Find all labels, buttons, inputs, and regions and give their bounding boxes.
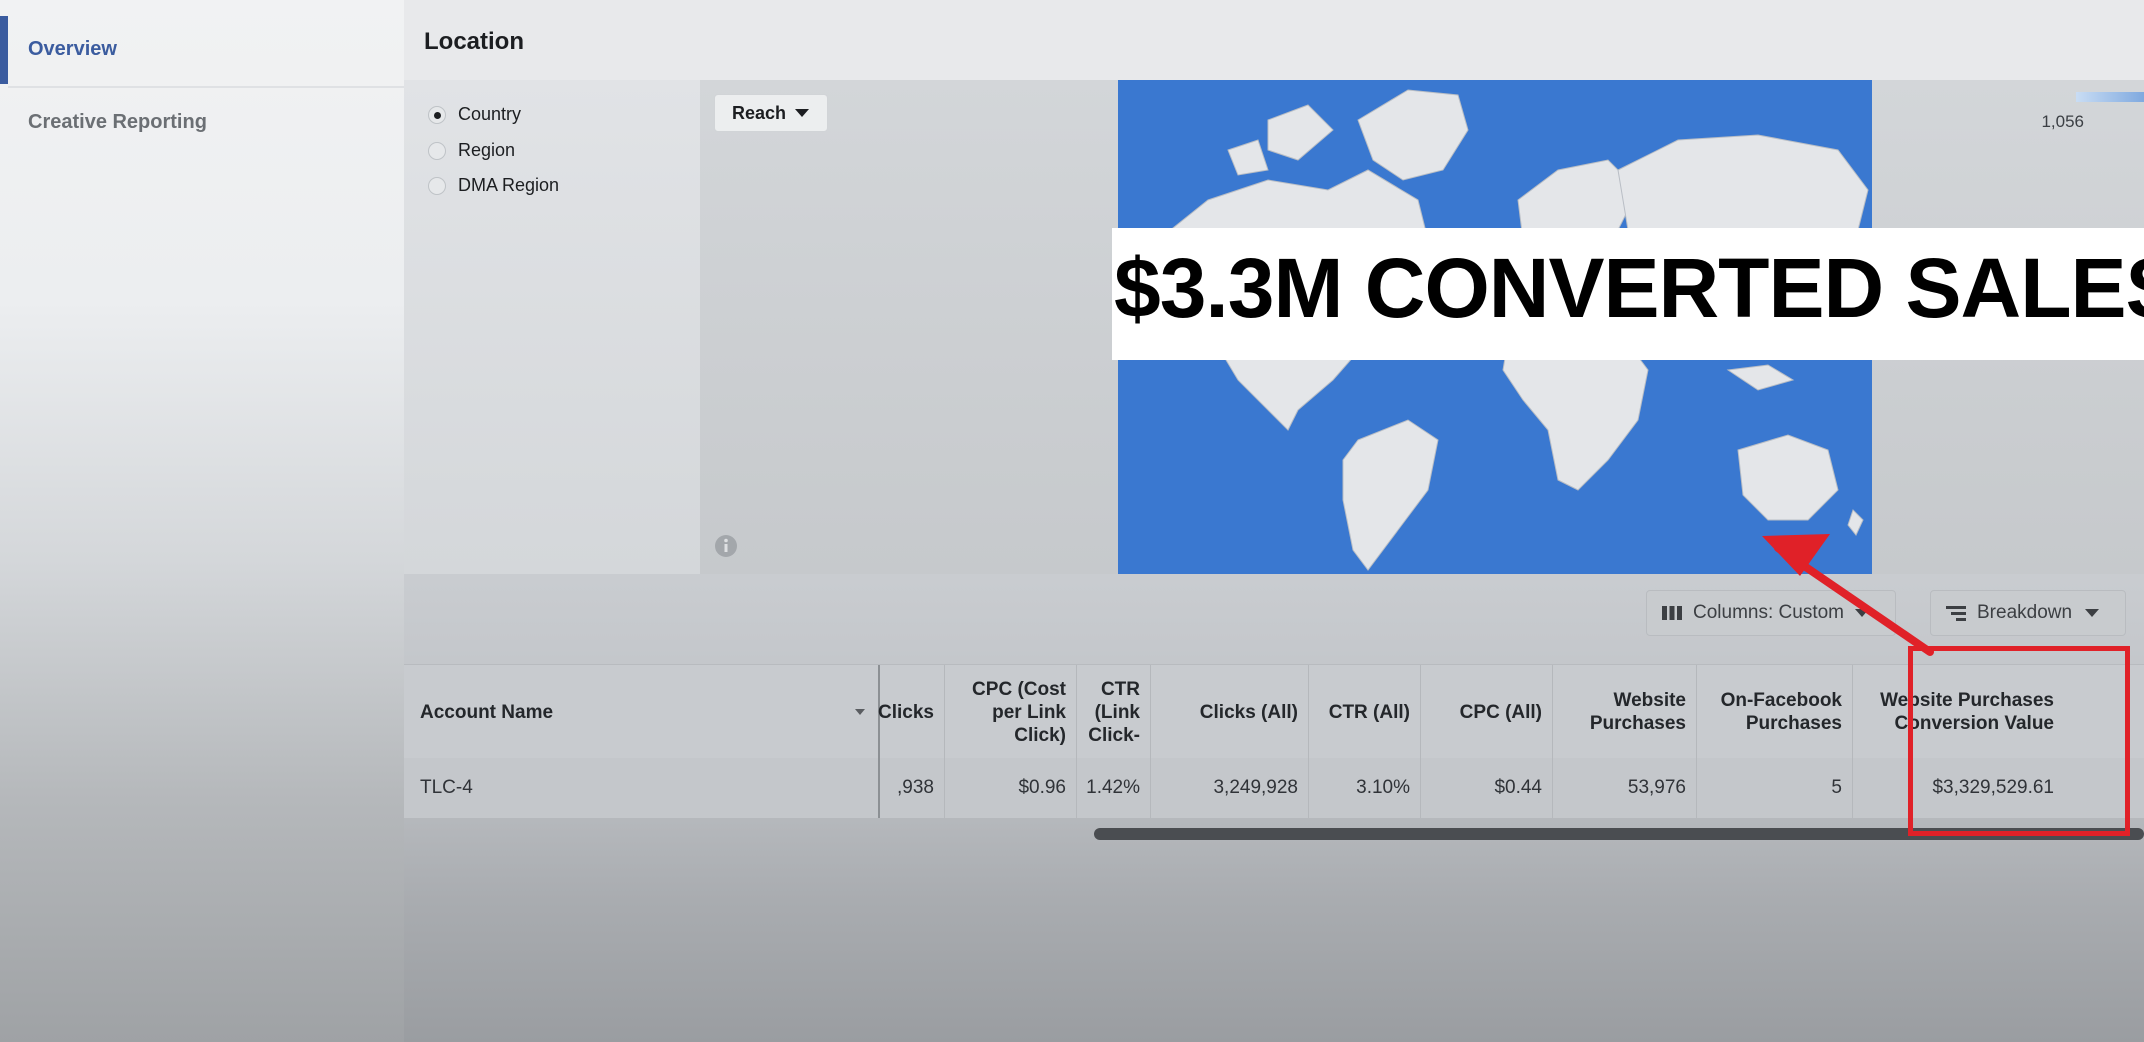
radio-country[interactable]: Country: [428, 104, 521, 125]
sidebar: Overview Creative Reporting: [0, 0, 404, 1042]
cell-ctr-link: 1.42%: [1076, 758, 1150, 818]
column-header-account-name[interactable]: Account Name: [404, 665, 878, 759]
table-header-row: Account Name Clicks CPC (Cost per Link C…: [404, 664, 2144, 760]
sidebar-item-overview[interactable]: Overview: [28, 38, 117, 61]
column-header-link-clicks[interactable]: Clicks: [878, 665, 944, 759]
page-title: Location: [424, 28, 524, 55]
breakdown-label: Breakdown: [1977, 602, 2073, 623]
metric-dropdown-label: Reach: [731, 102, 787, 123]
highlight-box: [1908, 646, 2130, 836]
active-indicator: [0, 16, 8, 84]
column-header-clicks-all[interactable]: Clicks (All): [1150, 665, 1308, 759]
header-label: Account Name: [420, 701, 554, 723]
radio-button-selected[interactable]: [428, 105, 446, 124]
column-header-ctr-all[interactable]: CTR (All): [1308, 665, 1420, 759]
cell-link-clicks: ,938: [878, 758, 944, 818]
radio-button[interactable]: [428, 141, 446, 160]
caret-down-icon: [1855, 609, 1869, 617]
location-type-panel: Country Region DMA Region: [404, 80, 701, 574]
column-header-cpc-all[interactable]: CPC (All): [1420, 665, 1552, 759]
cell-account-name[interactable]: TLC-4: [404, 758, 878, 818]
divider: [8, 86, 404, 88]
radio-region[interactable]: Region: [428, 140, 515, 161]
sort-icon[interactable]: [854, 707, 866, 717]
cell-fb-purchases: 5: [1696, 758, 1852, 818]
metric-dropdown[interactable]: Reach: [714, 94, 828, 132]
cell-cpc-link: $0.96: [944, 758, 1076, 818]
radio-label: DMA Region: [458, 175, 560, 195]
breakdown-icon: [1946, 606, 1966, 621]
columns-icon: [1662, 606, 1682, 620]
columns-label: Columns: Custom: [1693, 602, 1844, 623]
column-header-fb-purchases[interactable]: On-Facebook Purchases: [1696, 665, 1852, 759]
radio-label: Country: [458, 104, 522, 124]
table-row: TLC-4 ,938 $0.96 1.42% 3,249,928 3.10% $…: [404, 758, 2144, 818]
column-header-ctr-link[interactable]: CTR (Link Click-: [1076, 665, 1150, 759]
cell-website-purchases: 53,976: [1552, 758, 1696, 818]
radio-button[interactable]: [428, 176, 446, 195]
caret-down-icon: [795, 109, 810, 117]
caret-down-icon: [2085, 609, 2100, 617]
cell-ctr-all: 3.10%: [1308, 758, 1420, 818]
cell-clicks-all: 3,249,928: [1150, 758, 1308, 818]
location-header: Location: [404, 0, 2144, 81]
radio-label: Region: [458, 140, 516, 160]
map-legend-max: 1,056: [2041, 112, 2084, 131]
breakdown-button[interactable]: Breakdown: [1930, 590, 2126, 636]
sidebar-item-creative-reporting[interactable]: Creative Reporting: [28, 111, 207, 134]
columns-button[interactable]: Columns: Custom: [1646, 590, 1896, 636]
radio-dma-region[interactable]: DMA Region: [428, 175, 559, 196]
banner-text: $3.3M CONVERTED SALES: [1114, 241, 2144, 335]
column-header-cpc-link[interactable]: CPC (Cost per Link Click): [944, 665, 1076, 759]
column-header-website-purchases[interactable]: Website Purchases: [1552, 665, 1696, 759]
results-table: Account Name Clicks CPC (Cost per Link C…: [404, 664, 2144, 824]
cell-cpc-all: $0.44: [1420, 758, 1552, 818]
info-icon[interactable]: [714, 534, 738, 558]
map-legend-bar: [2076, 92, 2144, 102]
